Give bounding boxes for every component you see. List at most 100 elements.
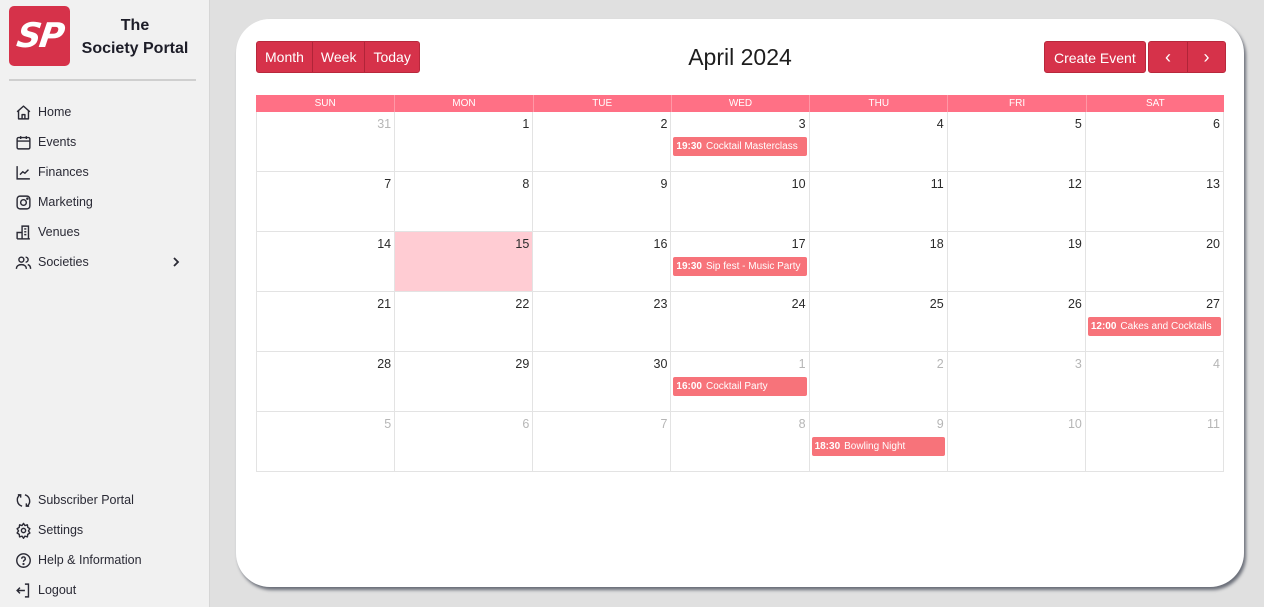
day-number: 15: [515, 237, 530, 251]
sidebar-item-label: Home: [38, 105, 72, 119]
day-number: 29: [515, 357, 530, 371]
week-row: 28 29 30 1 16:00 Cocktail Party 2 3 4: [257, 352, 1224, 412]
sidebar-item-settings[interactable]: Settings: [15, 515, 195, 545]
logo: SP: [9, 6, 70, 66]
day-number: 26: [1067, 297, 1082, 311]
weekday-label: TUE: [532, 95, 671, 112]
event-title: Cocktail Party: [706, 381, 768, 392]
day-cell[interactable]: 21: [257, 292, 396, 351]
day-cell[interactable]: 27 12:00 Cakes and Cocktails: [1086, 292, 1224, 351]
day-cell[interactable]: 2: [533, 112, 672, 171]
prev-month-button[interactable]: ‹: [1149, 42, 1187, 72]
weekday-label: WED: [670, 95, 809, 112]
day-cell-today[interactable]: 15: [395, 232, 534, 291]
event-title: Sip fest - Music Party: [706, 261, 801, 272]
day-cell[interactable]: 28: [257, 352, 396, 411]
day-cell[interactable]: 18: [810, 232, 948, 291]
day-number: 16: [653, 237, 668, 251]
day-cell[interactable]: 11: [810, 172, 948, 231]
day-number: 23: [653, 297, 668, 311]
next-month-button[interactable]: ›: [1187, 42, 1225, 72]
week-view-button[interactable]: Week: [311, 42, 365, 72]
day-cell[interactable]: 3 19:30 Cocktail Masterclass: [671, 112, 810, 171]
day-cell[interactable]: 1 16:00 Cocktail Party: [671, 352, 810, 411]
sidebar-item-label: Venues: [38, 225, 80, 239]
day-cell[interactable]: 22: [395, 292, 534, 351]
day-cell[interactable]: 5: [948, 112, 1086, 171]
sidebar-item-logout[interactable]: Logout: [15, 575, 195, 605]
day-number: 8: [798, 417, 806, 431]
day-cell[interactable]: 6: [1086, 112, 1224, 171]
day-cell[interactable]: 4: [810, 112, 948, 171]
day-cell[interactable]: 10: [671, 172, 810, 231]
day-cell[interactable]: 19: [948, 232, 1086, 291]
day-cell[interactable]: 20: [1086, 232, 1224, 291]
day-cell[interactable]: 8: [671, 412, 810, 471]
day-cell[interactable]: 29: [395, 352, 534, 411]
app-title-line2: Society Portal: [81, 40, 189, 57]
event-chip[interactable]: 19:30 Sip fest - Music Party: [673, 257, 807, 276]
weekday-label: THU: [809, 95, 947, 112]
event-time: 19:30: [676, 141, 702, 152]
sidebar-item-venues[interactable]: Venues: [15, 217, 195, 247]
sidebar-item-help[interactable]: Help & Information: [15, 545, 195, 575]
event-chip[interactable]: 16:00 Cocktail Party: [673, 377, 807, 396]
event-chip[interactable]: 12:00 Cakes and Cocktails: [1087, 317, 1221, 336]
day-number: 1: [798, 357, 806, 371]
sidebar-item-finances[interactable]: Finances: [15, 157, 195, 187]
month-view-button[interactable]: Month: [257, 42, 312, 72]
day-cell[interactable]: 7: [257, 172, 396, 231]
secondary-nav: Subscriber Portal Settings Help & Inform…: [15, 485, 195, 605]
weekday-label: SAT: [1085, 95, 1224, 112]
chevron-right-icon: ›: [1203, 47, 1210, 67]
brand[interactable]: SP The Society Portal: [9, 6, 188, 66]
event-chip[interactable]: 18:30 Bowling Night: [811, 437, 945, 456]
day-cell[interactable]: 2: [810, 352, 948, 411]
create-event-button[interactable]: Create Event: [1044, 41, 1146, 73]
day-cell[interactable]: 5: [257, 412, 396, 471]
day-number: 2: [936, 357, 944, 371]
day-cell[interactable]: 30: [533, 352, 672, 411]
home-icon: [16, 104, 31, 120]
event-time: 16:00: [676, 381, 702, 392]
week-row: 14 15 16 17 19:30 Sip fest - Music Party 18 19 2…: [257, 232, 1224, 292]
day-cell[interactable]: 25: [810, 292, 948, 351]
sidebar-item-subscriber-portal[interactable]: Subscriber Portal: [15, 485, 195, 515]
event-title: Cakes and Cocktails: [1120, 321, 1212, 332]
today-button[interactable]: Today: [364, 42, 419, 72]
day-number: 9: [660, 177, 668, 191]
day-cell[interactable]: 6: [395, 412, 534, 471]
day-cell[interactable]: 3: [948, 352, 1086, 411]
day-cell[interactable]: 11: [1086, 412, 1224, 471]
sidebar-item-home[interactable]: Home: [15, 97, 195, 127]
sidebar-item-events[interactable]: Events: [15, 127, 195, 157]
day-number: 30: [653, 357, 668, 371]
day-cell[interactable]: 26: [948, 292, 1086, 351]
day-cell[interactable]: 23: [533, 292, 672, 351]
day-cell[interactable]: 1: [395, 112, 534, 171]
event-chip[interactable]: 19:30 Cocktail Masterclass: [673, 137, 807, 156]
chevron-right-icon[interactable]: [170, 255, 182, 269]
day-cell[interactable]: 8: [395, 172, 534, 231]
day-cell[interactable]: 31: [257, 112, 396, 171]
day-cell[interactable]: 12: [948, 172, 1086, 231]
sidebar-item-societies[interactable]: Societies: [15, 247, 195, 277]
day-cell[interactable]: 10: [948, 412, 1086, 471]
day-number: 17: [791, 237, 806, 251]
day-cell[interactable]: 7: [533, 412, 672, 471]
day-cell[interactable]: 17 19:30 Sip fest - Music Party: [671, 232, 810, 291]
main-nav: Home Events Finances Marketing Venues So…: [15, 97, 195, 277]
event-title: Cocktail Masterclass: [706, 141, 798, 152]
day-cell[interactable]: 9: [533, 172, 672, 231]
view-switcher: Month Week Today: [256, 41, 420, 73]
day-number: 9: [936, 417, 944, 431]
day-cell[interactable]: 24: [671, 292, 810, 351]
day-cell[interactable]: 13: [1086, 172, 1224, 231]
day-cell[interactable]: 16: [533, 232, 672, 291]
sidebar-item-marketing[interactable]: Marketing: [15, 187, 195, 217]
day-cell[interactable]: 4: [1086, 352, 1224, 411]
building-icon: [16, 224, 30, 240]
day-cell[interactable]: 9 18:30 Bowling Night: [810, 412, 948, 471]
day-cell[interactable]: 14: [257, 232, 396, 291]
day-number: 4: [936, 117, 944, 131]
